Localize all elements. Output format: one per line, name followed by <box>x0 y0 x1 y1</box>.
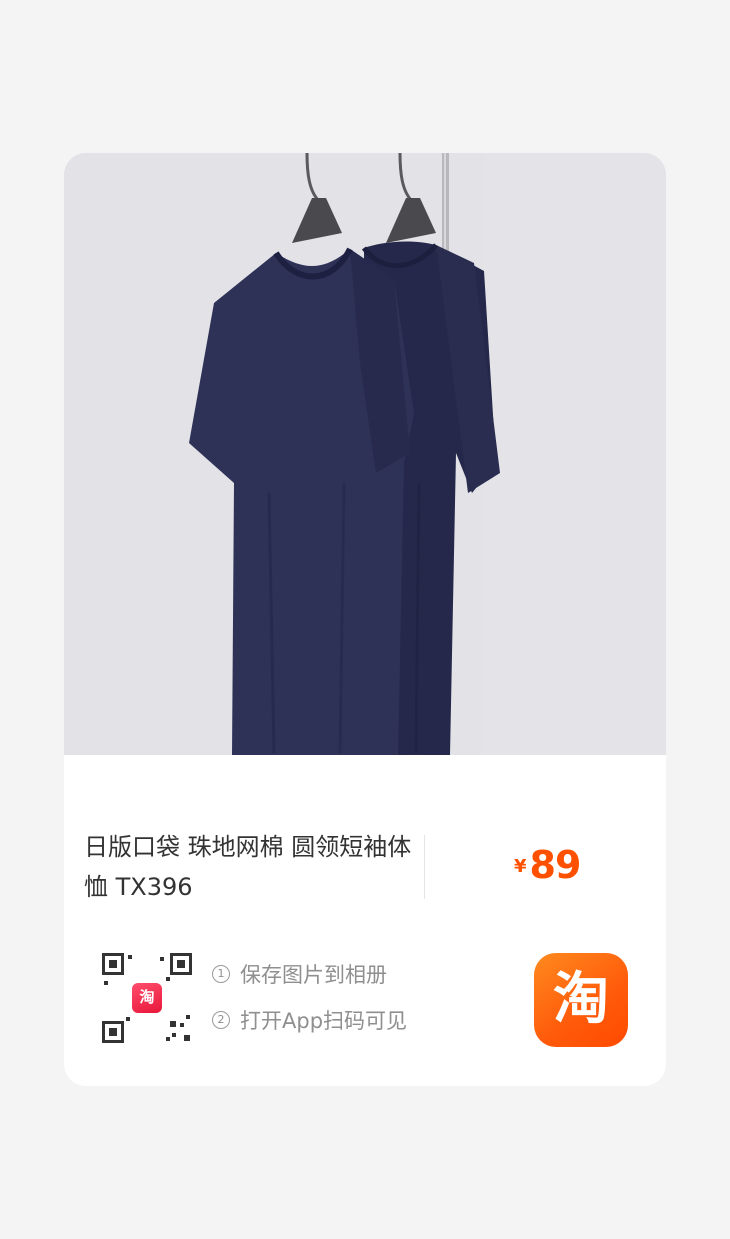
step-number: 1 <box>212 965 230 983</box>
step-number: 2 <box>212 1011 230 1029</box>
taobao-app-icon[interactable]: 淘 <box>534 953 628 1047</box>
product-share-card: 日版口袋 珠地网棉 圆领短袖体恤 TX396 ¥89 淘 1 保存图片到相册 2… <box>64 153 666 1086</box>
product-info: 日版口袋 珠地网棉 圆领短袖体恤 TX396 ¥89 淘 1 保存图片到相册 2… <box>64 755 666 1086</box>
product-price: ¥89 <box>514 843 582 887</box>
product-title: 日版口袋 珠地网棉 圆领短袖体恤 TX396 <box>84 833 412 901</box>
taobao-badge-icon: 淘 <box>130 981 164 1015</box>
scan-instructions: 1 保存图片到相册 2 打开App扫码可见 <box>212 960 407 1052</box>
currency-symbol: ¥ <box>514 856 527 877</box>
step-text: 保存图片到相册 <box>240 963 387 987</box>
qr-code: 淘 <box>100 951 194 1045</box>
instruction-step-2: 2 打开App扫码可见 <box>212 1006 407 1034</box>
price-value: 89 <box>529 843 582 887</box>
step-text: 打开App扫码可见 <box>240 1009 408 1033</box>
instruction-step-1: 1 保存图片到相册 <box>212 960 407 988</box>
product-image[interactable] <box>64 153 666 755</box>
divider <box>424 835 425 899</box>
